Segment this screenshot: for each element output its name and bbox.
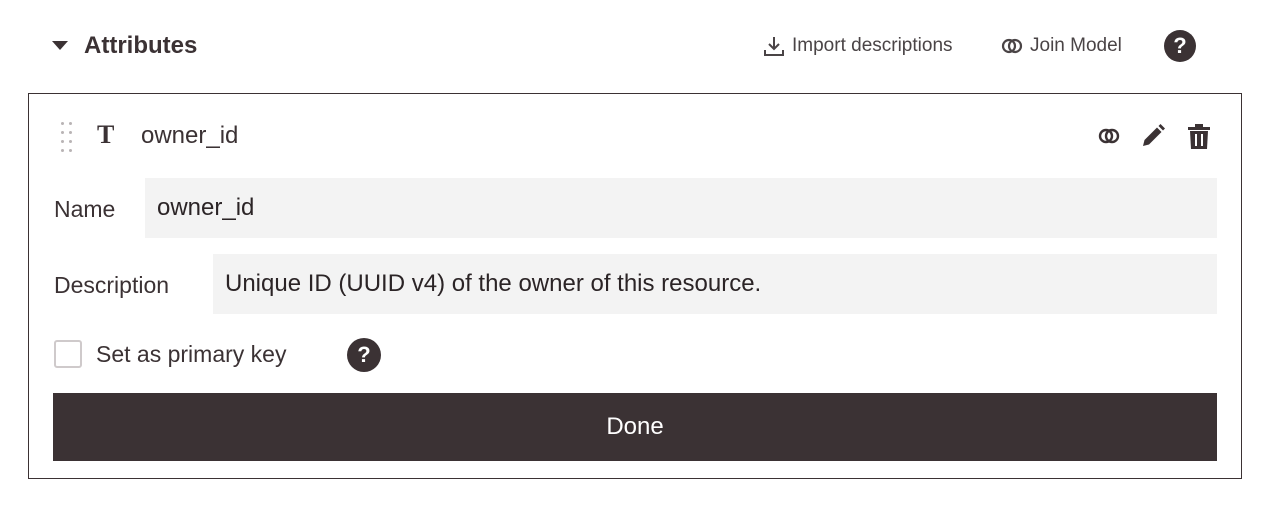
- attribute-card: T owner_id Name Description: [28, 93, 1242, 479]
- text-type-icon: T: [97, 120, 115, 149]
- join-icon[interactable]: [1095, 122, 1123, 150]
- primary-key-checkbox[interactable]: [54, 340, 82, 368]
- import-descriptions-label: Import descriptions: [792, 35, 953, 56]
- trash-icon[interactable]: [1185, 122, 1213, 150]
- primary-key-label: Set as primary key: [96, 341, 287, 367]
- join-model-button[interactable]: Join Model: [1000, 32, 1122, 60]
- caret-down-icon[interactable]: [52, 41, 68, 50]
- description-label: Description: [54, 272, 170, 298]
- pencil-icon[interactable]: [1139, 122, 1167, 150]
- section-header: Attributes Import descriptions Join Mode…: [0, 0, 1288, 92]
- done-button[interactable]: Done: [53, 393, 1217, 461]
- help-icon[interactable]: ?: [347, 338, 381, 372]
- import-descriptions-button[interactable]: Import descriptions: [762, 32, 953, 60]
- join-icon: [1001, 38, 1023, 54]
- section-title: Attributes: [84, 32, 198, 59]
- name-input[interactable]: [145, 178, 1217, 238]
- description-input[interactable]: [213, 254, 1217, 314]
- help-icon[interactable]: ?: [1164, 30, 1196, 62]
- name-label: Name: [54, 196, 116, 222]
- attributes-panel: Attributes Import descriptions Join Mode…: [0, 0, 1288, 510]
- join-model-label: Join Model: [1030, 35, 1122, 56]
- drag-handle-icon[interactable]: [61, 122, 73, 152]
- attribute-name: owner_id: [141, 122, 239, 149]
- download-icon: [764, 37, 784, 56]
